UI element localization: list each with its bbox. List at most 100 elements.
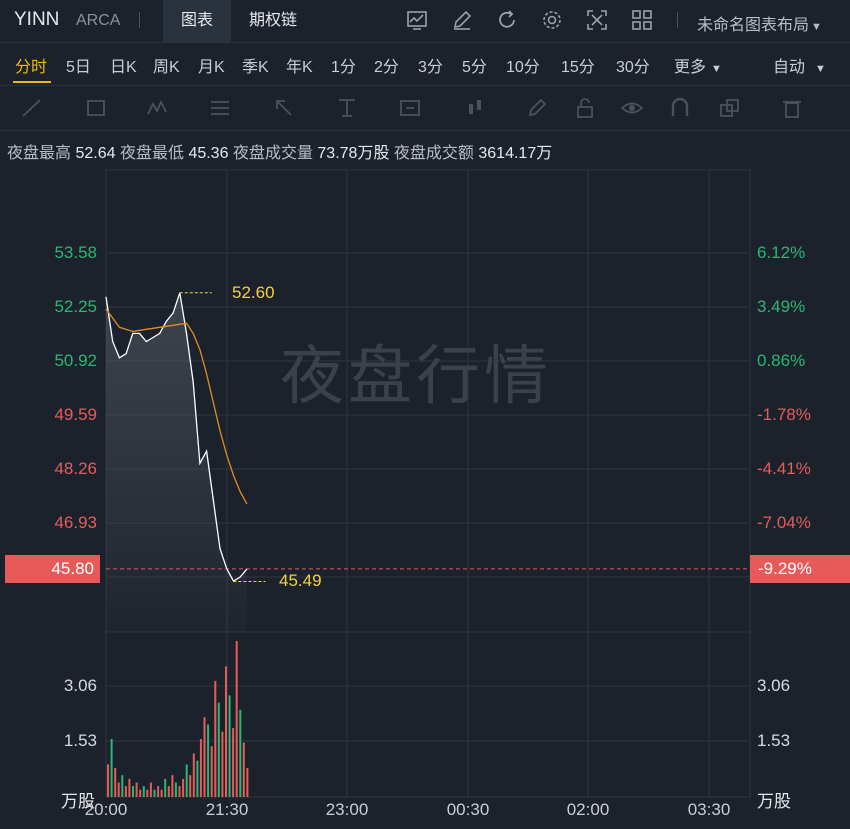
- volume-value: 73.78万股: [317, 145, 390, 162]
- period-year[interactable]: 年K: [286, 53, 313, 77]
- period-5day[interactable]: 5日: [66, 53, 91, 77]
- y-price-tick: 52.25: [54, 297, 97, 316]
- fullscreen-icon[interactable]: [585, 8, 609, 32]
- period-month[interactable]: 月K: [198, 53, 225, 77]
- volume-bar: [153, 789, 156, 797]
- low-value: 45.36: [188, 145, 229, 162]
- period-1min[interactable]: 1分: [331, 53, 356, 77]
- volume-bar: [182, 778, 185, 797]
- measure-tool-icon[interactable]: [335, 96, 359, 120]
- volume-bar: [192, 753, 195, 797]
- x-tick: 02:00: [566, 800, 610, 819]
- high-label: 夜盘最高: [7, 145, 72, 162]
- volume-bar: [217, 702, 220, 797]
- period-more[interactable]: 更多 ▼: [674, 53, 722, 77]
- y-price-tick: 48.26: [54, 459, 97, 478]
- stats-line: 夜盘最高 52.64 夜盘最低 45.36 夜盘成交量 73.78万股 夜盘成交…: [7, 139, 552, 163]
- period-intraday[interactable]: 分时: [15, 53, 47, 77]
- y-pct-tick: 3.49%: [757, 297, 806, 316]
- volume-bar: [235, 641, 238, 797]
- volume-unit: 万股: [757, 792, 791, 811]
- amount-value: 3614.17万: [478, 145, 553, 162]
- pattern-tool-icon[interactable]: [146, 96, 170, 120]
- trendline-tool-icon[interactable]: [20, 96, 44, 120]
- period-30min[interactable]: 30分: [616, 53, 650, 77]
- tab-chart[interactable]: 图表: [163, 0, 231, 42]
- volume-bar: [203, 717, 206, 797]
- fib-tool-icon[interactable]: [208, 96, 232, 120]
- tab-option-chain[interactable]: 期权链: [237, 0, 309, 42]
- settings-icon[interactable]: [540, 8, 564, 32]
- layers-icon[interactable]: [717, 96, 741, 120]
- volume-bar: [232, 728, 235, 797]
- volume-bar: [189, 775, 192, 797]
- period-15min[interactable]: 15分: [561, 53, 595, 77]
- volume-bar: [124, 786, 127, 797]
- lock-icon[interactable]: [573, 96, 597, 120]
- volume-bar: [132, 786, 134, 797]
- volume-bar: [178, 786, 181, 797]
- volume-bar: [246, 768, 249, 797]
- chevron-down-icon: ▼: [811, 21, 822, 33]
- volume-tick: 1.53: [63, 731, 97, 750]
- y-price-tick: 49.59: [54, 405, 97, 424]
- volume-bar: [128, 778, 131, 797]
- exchange: ARCA: [76, 12, 121, 29]
- period-week[interactable]: 周K: [153, 53, 180, 77]
- grid-icon[interactable]: [630, 8, 654, 32]
- candle-tool-icon[interactable]: [463, 96, 487, 120]
- top-bar: YINN ARCA 图表 期权链 未命名图表布局 ▼: [0, 0, 850, 43]
- y-pct-tick: -7.04%: [757, 513, 811, 532]
- refresh-icon[interactable]: [495, 8, 519, 32]
- text-tool-icon[interactable]: [398, 96, 422, 120]
- price-line: [105, 292, 248, 583]
- pen-tool-icon[interactable]: [525, 96, 549, 120]
- low-label: 夜盘最低: [119, 145, 184, 162]
- chevron-down-icon: ▼: [711, 63, 722, 75]
- high-annotation: 52.60: [232, 283, 275, 302]
- rectangle-tool-icon[interactable]: [84, 96, 108, 120]
- volume-bar: [174, 782, 177, 797]
- period-quarter[interactable]: 季K: [242, 53, 269, 77]
- volume-bar: [242, 742, 245, 797]
- price-area: [106, 292, 247, 632]
- y-pct-tick: -1.78%: [757, 405, 811, 424]
- period-3min[interactable]: 3分: [418, 53, 443, 77]
- average-line: [105, 308, 248, 505]
- trash-icon[interactable]: [780, 96, 804, 120]
- arrow-tool-icon[interactable]: [272, 96, 296, 120]
- volume-bar: [146, 789, 149, 797]
- volume-bar: [196, 760, 199, 797]
- eye-icon[interactable]: [620, 96, 644, 120]
- period-day[interactable]: 日K: [110, 53, 137, 77]
- volume-bar: [185, 764, 188, 797]
- volume-bar: [164, 778, 167, 797]
- volume-bar: [207, 724, 210, 797]
- volume-bar: [107, 764, 109, 797]
- volume-label: 夜盘成交量: [232, 145, 313, 162]
- chart-icon[interactable]: [405, 8, 429, 32]
- mode-label: 自动: [773, 59, 806, 76]
- current-pct-badge: -9.29%: [750, 555, 850, 583]
- high-value: 52.64: [75, 145, 116, 162]
- period-5min[interactable]: 5分: [462, 53, 487, 77]
- x-tick: 00:30: [446, 800, 490, 819]
- layout-select[interactable]: 未命名图表布局 ▼: [697, 11, 822, 35]
- current-price-badge: 45.80: [5, 555, 100, 583]
- edit-icon[interactable]: [450, 8, 474, 32]
- volume-bar: [225, 666, 227, 797]
- more-label: 更多: [674, 59, 707, 76]
- y-pct-tick: -4.41%: [757, 459, 811, 478]
- layout-name: 未命名图表布局: [697, 17, 810, 34]
- volume-tick: 3.06: [63, 676, 97, 695]
- period-10min[interactable]: 10分: [506, 53, 540, 77]
- volume-bar: [117, 782, 120, 797]
- y-price-tick: 53.58: [54, 243, 97, 262]
- volume-bar: [171, 775, 174, 797]
- mode-select[interactable]: 自动 ▼: [773, 53, 826, 77]
- volume-bar: [221, 731, 224, 797]
- magnet-icon[interactable]: [668, 96, 692, 120]
- y-price-tick: 50.92: [54, 351, 97, 370]
- volume-bar: [199, 739, 202, 797]
- period-2min[interactable]: 2分: [374, 53, 399, 77]
